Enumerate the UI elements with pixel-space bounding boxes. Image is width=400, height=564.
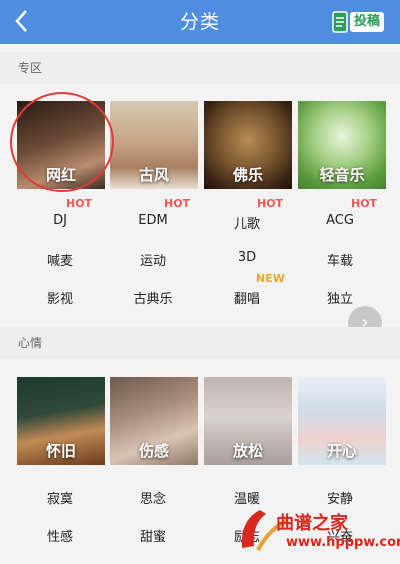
- category-duli[interactable]: 独立: [294, 288, 386, 307]
- section-title-special: 专区: [0, 52, 400, 84]
- watermark-text: 曲谱之家: [276, 513, 348, 534]
- category-yingshi[interactable]: 影视: [14, 288, 106, 307]
- category-card-foyue[interactable]: 佛乐: [204, 101, 292, 189]
- submit-label: 投稿: [350, 12, 385, 32]
- watermark-url: www.hpppw.com: [286, 535, 400, 550]
- mood-card-shanggan[interactable]: 伤感: [110, 377, 198, 465]
- category-fanchang[interactable]: 翻唱: [201, 288, 293, 307]
- card-label: 开心: [326, 442, 357, 460]
- highlight-circle: [10, 92, 114, 192]
- category-card-gufeng[interactable]: 古风: [110, 101, 198, 189]
- card-label: 放松: [232, 442, 263, 460]
- category-gudianyue[interactable]: 古典乐: [107, 288, 199, 307]
- card-label: 怀旧: [45, 442, 76, 460]
- category-3d[interactable]: 3D: [201, 250, 293, 265]
- category-yundong[interactable]: 运动: [107, 250, 199, 269]
- mood-tianmi[interactable]: 甜蜜: [107, 526, 199, 545]
- hot-tag: HOT: [351, 197, 378, 210]
- top-bar: 分类 投稿: [0, 0, 400, 44]
- submit-button[interactable]: 投稿: [332, 8, 388, 36]
- hot-tag: HOT: [164, 197, 191, 210]
- mood-card-huaijiu[interactable]: 怀旧: [17, 377, 105, 465]
- card-label: 轻音乐: [319, 166, 365, 184]
- category-acg[interactable]: ACG: [294, 213, 386, 228]
- document-icon: [332, 11, 348, 33]
- category-card-qingyinyue[interactable]: 轻音乐: [298, 101, 386, 189]
- card-label: 佛乐: [232, 166, 263, 184]
- mood-card-kaixin[interactable]: 开心: [298, 377, 386, 465]
- mood-xinggan[interactable]: 性感: [14, 526, 106, 545]
- mood-sinian[interactable]: 思念: [107, 488, 199, 507]
- new-tag: NEW: [256, 272, 285, 285]
- mood-card-fangsong[interactable]: 放松: [204, 377, 292, 465]
- hot-tag: HOT: [257, 197, 284, 210]
- category-hanmai[interactable]: 喊麦: [14, 250, 106, 269]
- hot-tag: HOT: [66, 197, 93, 210]
- card-label: 古风: [138, 166, 169, 184]
- category-chezai[interactable]: 车载: [294, 250, 386, 269]
- category-erge[interactable]: 儿歌: [201, 213, 293, 232]
- card-label: 伤感: [138, 442, 169, 460]
- category-dj[interactable]: DJ: [14, 213, 106, 228]
- category-edm[interactable]: EDM: [107, 213, 199, 228]
- section-title-mood: 心情: [0, 327, 400, 359]
- mood-jimo[interactable]: 寂寞: [14, 488, 106, 507]
